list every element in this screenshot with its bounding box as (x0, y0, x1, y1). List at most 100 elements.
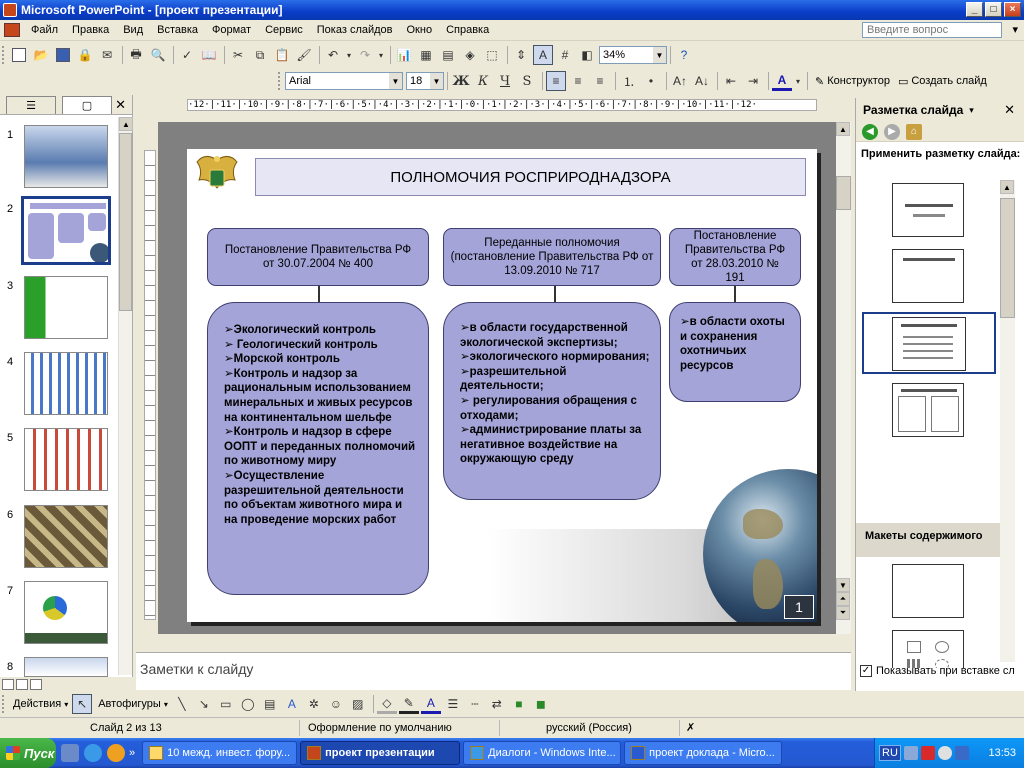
column-1-body[interactable]: ➢Экологический контроль ➢ Геологический … (207, 302, 429, 595)
slide-thumb-row[interactable]: 4 (0, 352, 118, 418)
previous-slide-icon[interactable]: ⏶ (836, 592, 850, 606)
scroll-thumb[interactable] (836, 176, 851, 210)
menu-file[interactable]: Файл (24, 24, 65, 36)
menu-slideshow[interactable]: Показ слайдов (310, 24, 400, 36)
align-center-icon[interactable]: ≡ (568, 71, 588, 91)
shadow-icon[interactable]: S (517, 71, 537, 91)
maximize-button[interactable]: □ (985, 2, 1002, 17)
line-color-icon[interactable]: ✎ (398, 694, 419, 714)
format-painter-icon[interactable]: 🖌 (294, 45, 314, 65)
font-dropdown-icon[interactable]: ▼ (389, 73, 402, 89)
quick-launch-icon[interactable] (61, 744, 79, 762)
numbering-icon[interactable]: ⒈ (619, 71, 639, 91)
diagram-icon[interactable]: ✲ (304, 694, 324, 714)
increase-font-icon[interactable]: A↑ (670, 71, 690, 91)
line-style-icon[interactable]: ☰ (443, 694, 463, 714)
undo-dropdown-icon[interactable]: ▾ (345, 45, 353, 65)
slide-thumb-row[interactable]: 6 (0, 505, 118, 571)
show-grid-icon[interactable]: # (555, 45, 575, 65)
menu-insert[interactable]: Вставка (150, 24, 205, 36)
forward-icon[interactable]: ▶ (884, 123, 900, 140)
redo-icon[interactable]: ↷ (355, 45, 375, 65)
expand-all-icon[interactable]: ⇕ (511, 45, 531, 65)
insert-chart-icon[interactable]: 📊 (394, 45, 414, 65)
column-1-header[interactable]: Постановление Правительства РФ от 30.07.… (207, 228, 429, 286)
arrow-icon[interactable]: ↘ (194, 694, 214, 714)
rectangle-icon[interactable]: ▭ (216, 694, 236, 714)
quick-launch-more-icon[interactable]: » (129, 747, 135, 759)
normal-view-icon[interactable] (2, 678, 14, 690)
layout-blank[interactable] (892, 564, 964, 618)
next-slide-icon[interactable]: ⏷ (836, 606, 850, 620)
decrease-indent-icon[interactable]: ⇤ (721, 71, 741, 91)
close-icon[interactable]: ✕ (1004, 102, 1015, 118)
slide-canvas[interactable]: ПОЛНОМОЧИЯ РОСПРИРОДНАДЗОРА Постановлени… (187, 149, 817, 622)
dash-style-icon[interactable]: ┄ (465, 694, 485, 714)
notes-pane[interactable]: Заметки к слайду (136, 652, 851, 690)
font-select[interactable]: Arial ▼ (285, 72, 403, 90)
cut-icon[interactable]: ✂ (228, 45, 248, 65)
email-icon[interactable]: ✉ (97, 45, 117, 65)
menu-help[interactable]: Справка (439, 24, 496, 36)
slide-thumb-row[interactable]: 2 (0, 196, 118, 265)
oval-icon[interactable]: ◯ (238, 694, 258, 714)
antivirus-icon[interactable] (920, 746, 935, 760)
slide-thumbnail-selected[interactable] (21, 196, 111, 265)
slide-thumb-row[interactable]: 1 (0, 125, 118, 191)
task-browser[interactable]: Диалоги - Windows Inte... (463, 741, 622, 765)
checkbox-checked-icon[interactable]: ✓ (860, 665, 872, 677)
layout-title-slide[interactable] (892, 183, 964, 237)
volume-icon[interactable] (954, 746, 969, 760)
insert-diagram-icon[interactable]: ◈ (460, 45, 480, 65)
slide-thumbnail[interactable] (24, 352, 108, 415)
scroll-down-icon[interactable]: ▼ (836, 578, 850, 592)
copy-icon[interactable]: ⧉ (250, 45, 270, 65)
italic-icon[interactable]: К (473, 71, 493, 91)
layout-title-and-text[interactable] (862, 312, 996, 374)
slideshow-icon[interactable] (30, 678, 42, 690)
autoshapes-menu[interactable]: Автофигуры ▾ (94, 698, 172, 710)
clock-app-icon[interactable] (107, 744, 125, 762)
menu-tools[interactable]: Сервис (258, 24, 310, 36)
increase-indent-icon[interactable]: ⇥ (743, 71, 763, 91)
open-icon[interactable]: 📂 (31, 45, 51, 65)
layout-content[interactable] (892, 630, 964, 668)
line-icon[interactable]: ╲ (172, 694, 192, 714)
slide-thumbnail[interactable] (24, 505, 108, 568)
actions-menu[interactable]: Действия ▾ (9, 698, 72, 710)
slide-thumbnail[interactable] (24, 276, 108, 339)
font-color-icon[interactable]: A (420, 694, 441, 714)
home-icon[interactable]: ⌂ (906, 123, 922, 140)
column-3-body[interactable]: ➢в области охоты и сохранения охотничьих… (669, 302, 801, 402)
print-preview-icon[interactable]: 🔍 (148, 45, 168, 65)
scroll-up-icon[interactable]: ▲ (1000, 180, 1014, 194)
column-2-header[interactable]: Переданные полномочия (постановление Пра… (443, 228, 661, 286)
menu-edit[interactable]: Правка (65, 24, 116, 36)
designer-button[interactable]: ✎ Конструктор (811, 75, 894, 88)
font-color-icon[interactable]: A (772, 71, 792, 91)
zoom-select[interactable]: 34% ▼ (599, 46, 667, 64)
tables-borders-icon[interactable]: ▤ (438, 45, 458, 65)
tray-app-icon[interactable] (937, 746, 952, 760)
undo-icon[interactable]: ↶ (323, 45, 343, 65)
save-icon[interactable] (53, 45, 73, 65)
zoom-dropdown-icon[interactable]: ▼ (653, 47, 666, 63)
tab-slides[interactable]: ▢ (62, 96, 112, 114)
scroll-thumb[interactable] (1000, 198, 1015, 318)
slides-pane-scrollbar[interactable]: ▲ (118, 117, 133, 675)
toolbar-grip[interactable] (278, 72, 282, 90)
ie-icon[interactable] (84, 744, 102, 762)
3d-style-icon[interactable]: ◼ (531, 694, 551, 714)
textbox-icon[interactable]: ▤ (260, 694, 280, 714)
spelling-status-icon[interactable]: ✗ (680, 720, 720, 736)
arrow-style-icon[interactable]: ⇄ (487, 694, 507, 714)
show-on-insert-checkbox[interactable]: ✓ Показывать при вставке сл (860, 665, 1015, 677)
align-right-icon[interactable]: ≡ (590, 71, 610, 91)
ask-question-input[interactable]: Введите вопрос (862, 22, 1002, 38)
start-button[interactable]: Пуск (0, 738, 56, 768)
permission-icon[interactable]: 🔒 (75, 45, 95, 65)
toolbar-grip[interactable] (2, 695, 6, 713)
insert-table-icon[interactable]: ▦ (416, 45, 436, 65)
shadow-style-icon[interactable]: ■ (509, 694, 529, 714)
select-objects-icon[interactable]: ↖ (72, 694, 93, 714)
